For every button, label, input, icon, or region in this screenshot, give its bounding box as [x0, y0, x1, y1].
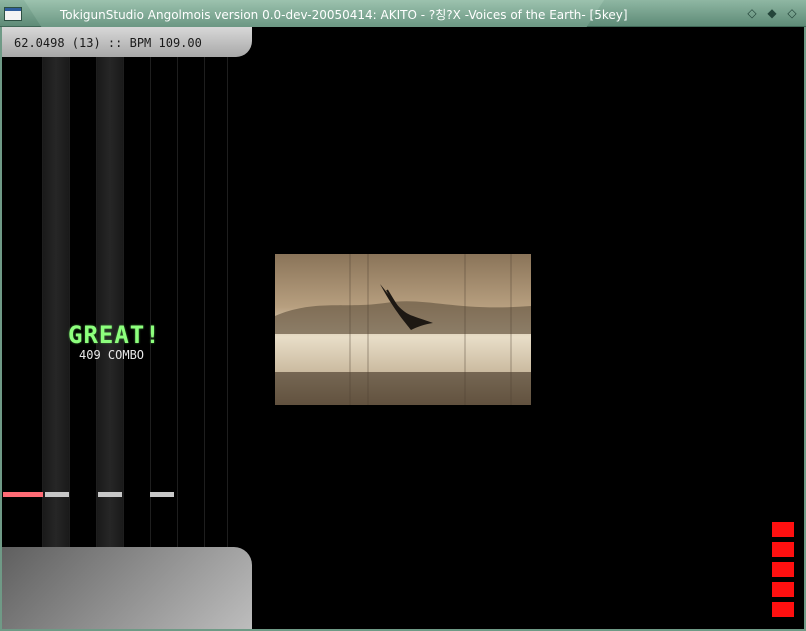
hit-line-2 [45, 492, 69, 497]
lane-6 [151, 57, 178, 547]
lane-2 [43, 57, 70, 547]
background-animation [275, 254, 531, 405]
bottom-panel [2, 547, 252, 629]
maximize-icon[interactable]: ◆ [764, 5, 780, 21]
life-gauge [772, 522, 794, 622]
playfield: 62.0498 (13) :: BPM 109.00 GREAT! 409 CO… [2, 27, 252, 629]
hit-line-1 [3, 492, 43, 497]
gauge-block [772, 522, 794, 537]
gauge-block [772, 582, 794, 597]
hit-line-4 [150, 492, 174, 497]
bird-in-sky-image [275, 254, 531, 405]
lane-4 [97, 57, 124, 547]
lane-8 [205, 57, 228, 547]
status-panel: 62.0498 (13) :: BPM 109.00 [2, 27, 252, 57]
window-icon[interactable] [4, 7, 22, 21]
lane-5 [124, 57, 151, 547]
gauge-block [772, 542, 794, 557]
lane-1 [2, 57, 43, 547]
combo-text: 409 COMBO [79, 348, 145, 362]
lane-3 [70, 57, 97, 547]
window-title: TokigunStudio Angolmois version 0.0-dev-… [60, 8, 628, 22]
judgement-text: GREAT! [68, 321, 161, 349]
minimize-icon[interactable]: ◇ [744, 5, 760, 21]
status-line: 62.0498 (13) :: BPM 109.00 [14, 36, 202, 50]
hit-line-3 [98, 492, 122, 497]
close-icon[interactable]: ◇ [784, 5, 800, 21]
title-bar[interactable]: TokigunStudio Angolmois version 0.0-dev-… [0, 0, 806, 27]
window-controls: ◇ ◆ ◇ [744, 5, 800, 21]
gauge-block [772, 602, 794, 617]
lane-7 [178, 57, 205, 547]
gauge-block [772, 562, 794, 577]
